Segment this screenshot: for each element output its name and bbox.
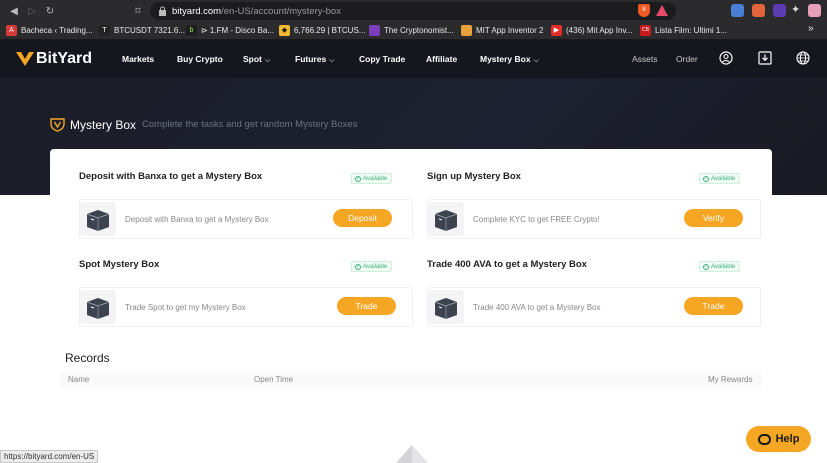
task-description: Deposit with Banxa to get a Mystery Box [125, 215, 269, 224]
nav-markets[interactable]: Markets [122, 54, 154, 64]
bookmark-item[interactable]: A Bacheca ‹ Trading... [6, 25, 93, 36]
check-icon: ✓ [703, 263, 709, 270]
bookmark-item[interactable]: T BTCUSDT 7321.6... [99, 25, 185, 36]
bookmark-favicon [369, 25, 380, 36]
url-path: /en-US/account/mystery-box [221, 5, 341, 17]
forward-icon[interactable]: ▷ [24, 3, 40, 19]
nav-affiliate[interactable]: Affiliate [426, 54, 457, 64]
bookmark-favicon: ◆ [279, 25, 290, 36]
check-icon: ✓ [703, 175, 709, 182]
empty-state-illustration [396, 445, 428, 463]
bookmark-page-icon[interactable]: ⌑ [130, 3, 146, 19]
bookmark-favicon [461, 25, 472, 36]
brave-shield-icon[interactable]: 8 [638, 4, 650, 17]
assets-link[interactable]: Assets [632, 54, 658, 64]
bityard-logo[interactable]: BitYard [16, 50, 92, 68]
task-body: Deposit with Banxa to get a Mystery Box … [79, 199, 413, 239]
chevron-down-icon: ⌵ [264, 57, 271, 64]
bookmark-item[interactable]: The Cryptonomist... [369, 25, 454, 36]
bookmark-item[interactable]: b ⊳ 1.FM - Disco Ba... [186, 25, 274, 36]
chevron-down-icon: ⌵ [329, 57, 335, 64]
nav-spot[interactable]: Spot ⌵ [243, 54, 270, 65]
nav-mystery-box[interactable]: Mystery Box ⌵ [480, 54, 539, 65]
task-body: Complete KYC to get FREE Crypto! Verify [427, 199, 761, 239]
globe-icon[interactable] [796, 51, 810, 65]
bookmark-favicon: A [6, 25, 17, 36]
reload-icon[interactable]: ↻ [42, 3, 58, 19]
mystery-box-icon [50, 118, 65, 132]
chevron-down-icon: ⌵ [533, 57, 539, 64]
profile-icon[interactable] [808, 4, 821, 17]
rewards-icon[interactable] [656, 5, 668, 16]
verify-button[interactable]: Verify [684, 209, 743, 227]
column-header-my-rewards[interactable]: My Rewards [708, 375, 752, 384]
address-bar[interactable]: bityard.com/en-US/account/mystery-box 8 [150, 2, 676, 20]
mystery-box-panel: Deposit with Banxa to get a Mystery Box … [50, 149, 772, 463]
column-header-name[interactable]: Name [68, 375, 89, 384]
translate-extension-icon[interactable] [731, 4, 744, 17]
page-title: Mystery Box [70, 117, 137, 132]
task-title: Deposit with Banxa to get a Mystery Box [79, 171, 263, 182]
bookmark-item[interactable]: CB Lista Film: Ultimi 1... [640, 25, 727, 36]
task-title: Trade 400 AVA to get a Mystery Box [427, 259, 587, 270]
task-card: Sign up Mystery Box ✓ Available Complete … [398, 149, 761, 239]
chat-bubble-icon [757, 433, 771, 445]
bookmark-favicon: T [99, 25, 110, 36]
bookmark-item[interactable]: ◆ 6,766.29 | BTCUS... [279, 25, 365, 36]
column-header-open-time[interactable]: Open Time [254, 375, 293, 384]
task-description: Trade Spot to get my Mystery Box [125, 303, 246, 312]
deposit-button[interactable]: Deposit [333, 209, 392, 227]
mystery-box-image [428, 290, 464, 324]
task-title: Sign up Mystery Box [427, 171, 521, 182]
check-icon: ✓ [355, 175, 361, 182]
task-card: Trade 400 AVA to get a Mystery Box ✓ Avai… [398, 237, 761, 327]
browser-toolbar: ◀ ▷ ↻ ⌑ bityard.com/en-US/account/myster… [0, 0, 827, 22]
back-icon[interactable]: ◀ [6, 3, 22, 19]
extension-icon[interactable] [752, 4, 765, 17]
status-badge: ✓ Available [699, 173, 741, 184]
url-host: bityard.com [172, 5, 222, 17]
mystery-box-image [428, 202, 464, 236]
task-description: Complete KYC to get FREE Crypto! [473, 215, 600, 224]
task-card: Spot Mystery Box ✓ Available Trade Spot t… [50, 237, 413, 327]
task-description: Trade 400 AVA to get a Mystery Box [473, 303, 601, 312]
trade-button[interactable]: Trade [684, 297, 743, 315]
task-title: Spot Mystery Box [79, 259, 160, 270]
puzzle-icon[interactable]: ✦ [791, 4, 804, 17]
site-header: BitYard Markets Buy Crypto Spot ⌵ Futures… [0, 40, 827, 78]
download-icon[interactable] [758, 51, 772, 65]
nav-copy-trade[interactable]: Copy Trade [359, 54, 405, 64]
help-button[interactable]: Help [746, 426, 811, 452]
bookmark-favicon: b [186, 25, 197, 36]
status-badge: ✓ Available [699, 261, 741, 272]
extension-icon[interactable] [773, 4, 786, 17]
mystery-box-image [80, 202, 116, 236]
status-badge: ✓ Available [351, 173, 393, 184]
nav-buy-crypto[interactable]: Buy Crypto [177, 54, 223, 64]
status-bar-url: https://bityard.com/en-US [0, 450, 99, 463]
user-icon[interactable] [719, 51, 733, 65]
bookmark-favicon: CB [640, 25, 651, 36]
page-subtitle: Complete the tasks and get random Myster… [142, 119, 358, 130]
bookmark-item[interactable]: MIT App Inventor 2 [461, 25, 543, 36]
status-badge: ✓ Available [351, 261, 393, 272]
task-body: Trade Spot to get my Mystery Box Trade [79, 287, 413, 327]
bookmarks-bar: A Bacheca ‹ Trading... T BTCUSDT 7321.6...… [0, 22, 827, 40]
nav-futures[interactable]: Futures ⌵ [295, 54, 334, 65]
lock-icon [159, 6, 166, 16]
task-card: Deposit with Banxa to get a Mystery Box … [50, 149, 413, 239]
hero-heading: Mystery Box Complete the tasks and get r… [50, 117, 357, 132]
records-table-header [60, 373, 762, 387]
records-heading: Records [65, 351, 110, 365]
order-link[interactable]: Order [676, 54, 698, 64]
check-icon: ✓ [355, 263, 361, 270]
bookmark-favicon: ▶ [551, 25, 562, 36]
bookmark-item[interactable]: ▶ (436) Mit App Inv... [551, 25, 633, 36]
more-bookmarks-button[interactable]: » [808, 23, 814, 34]
bityard-logo-icon [16, 52, 34, 66]
trade-button[interactable]: Trade [337, 297, 396, 315]
task-body: Trade 400 AVA to get a Mystery Box Trade [427, 287, 761, 327]
mystery-box-image [80, 290, 116, 324]
